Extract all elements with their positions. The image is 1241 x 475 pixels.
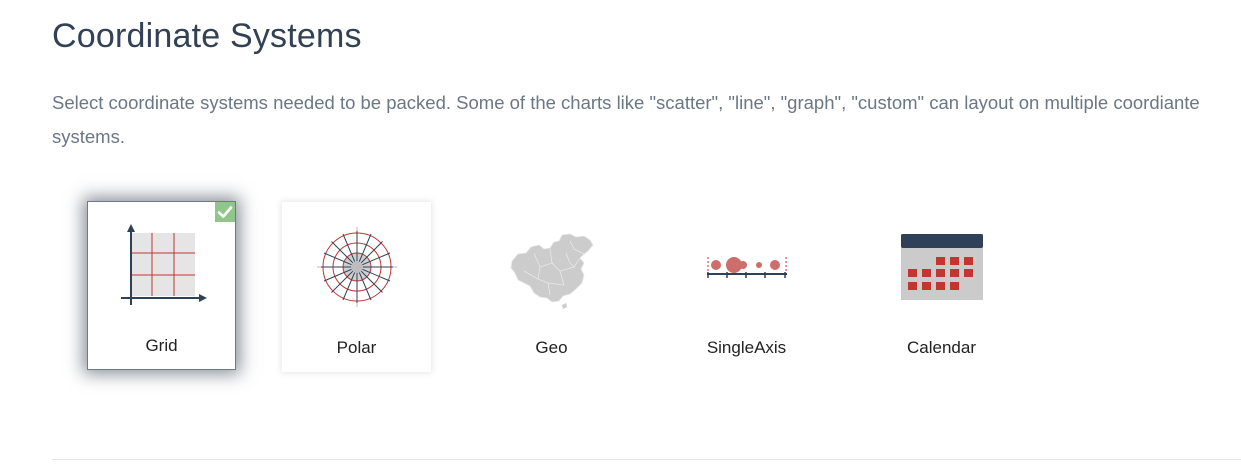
single-axis-icon [699, 223, 795, 313]
option-single-axis[interactable]: SingleAxis [672, 202, 821, 372]
polar-chart-icon [309, 223, 405, 313]
section-divider [52, 459, 1241, 460]
grid-chart-icon [115, 222, 211, 312]
section-title: Coordinate Systems [52, 17, 362, 55]
section-description: Select coordinate systems needed to be p… [52, 92, 1200, 147]
option-label: Polar [336, 338, 377, 357]
option-label: Grid [145, 336, 178, 355]
option-polar[interactable]: Polar [282, 202, 431, 372]
selected-check-icon [215, 202, 235, 222]
option-label: Geo [535, 338, 568, 357]
option-grid[interactable]: Grid [87, 201, 236, 370]
option-label: Calendar [907, 338, 976, 357]
option-geo[interactable]: Geo [477, 202, 626, 372]
coordinate-systems-section: Coordinate Systems Select coordinate sys… [0, 0, 1241, 475]
calendar-icon [894, 223, 990, 313]
option-label: SingleAxis [706, 338, 787, 357]
china-map-icon [504, 223, 600, 313]
option-calendar[interactable]: Calendar [867, 202, 1016, 372]
